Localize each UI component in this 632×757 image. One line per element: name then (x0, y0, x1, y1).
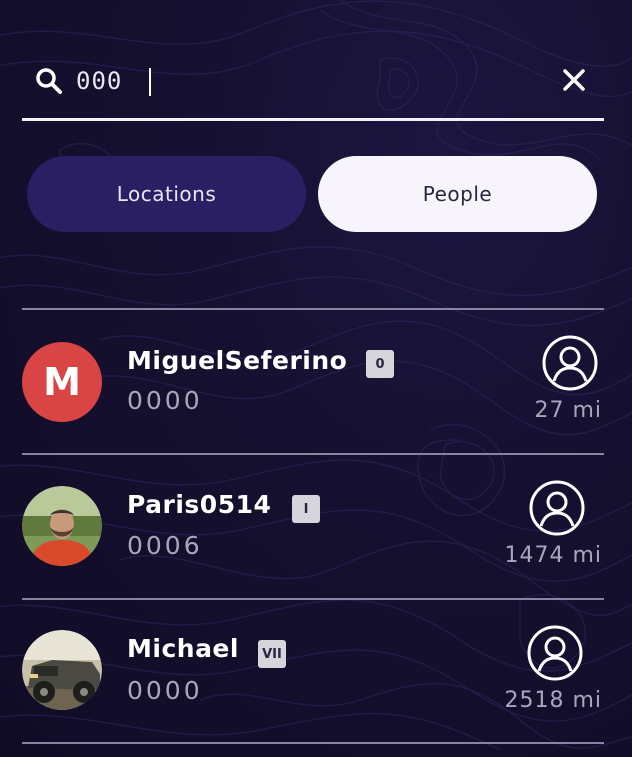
distance-label: 2518 mi (504, 688, 602, 713)
user-profile-icon[interactable] (541, 334, 599, 392)
search-underline (22, 118, 604, 121)
avatar[interactable]: M (22, 342, 102, 422)
search-icon[interactable] (34, 66, 64, 96)
list-item[interactable]: Paris0514 I 0006 1474 mi (0, 455, 632, 599)
search-bar (22, 52, 604, 112)
user-subtitle: 0000 (127, 386, 203, 415)
user-subtitle: 0006 (127, 531, 203, 560)
user-profile-icon[interactable] (526, 624, 584, 682)
avatar[interactable] (22, 630, 102, 710)
distance-label: 1474 mi (504, 543, 602, 568)
username: MiguelSeferino (127, 346, 348, 375)
rank-badge: VII (258, 640, 286, 668)
tab-people[interactable]: People (318, 156, 597, 232)
rank-badge: 0 (366, 350, 394, 378)
user-subtitle: 0000 (127, 676, 203, 705)
search-screen: Locations People M MiguelSeferino 0 0000… (0, 0, 632, 757)
close-icon[interactable] (558, 64, 590, 96)
text-caret (149, 68, 151, 96)
list-item[interactable]: M MiguelSeferino 0 0000 27 mi (0, 310, 632, 454)
username: Michael (127, 634, 239, 663)
search-input[interactable] (76, 64, 516, 98)
avatar[interactable] (22, 486, 102, 566)
rank-badge: I (292, 495, 320, 523)
distance-label: 27 mi (534, 398, 602, 423)
list-item[interactable]: Michael VII 0000 2518 mi (0, 600, 632, 744)
username: Paris0514 (127, 490, 272, 519)
tab-locations[interactable]: Locations (27, 156, 306, 232)
user-profile-icon[interactable] (528, 479, 586, 537)
